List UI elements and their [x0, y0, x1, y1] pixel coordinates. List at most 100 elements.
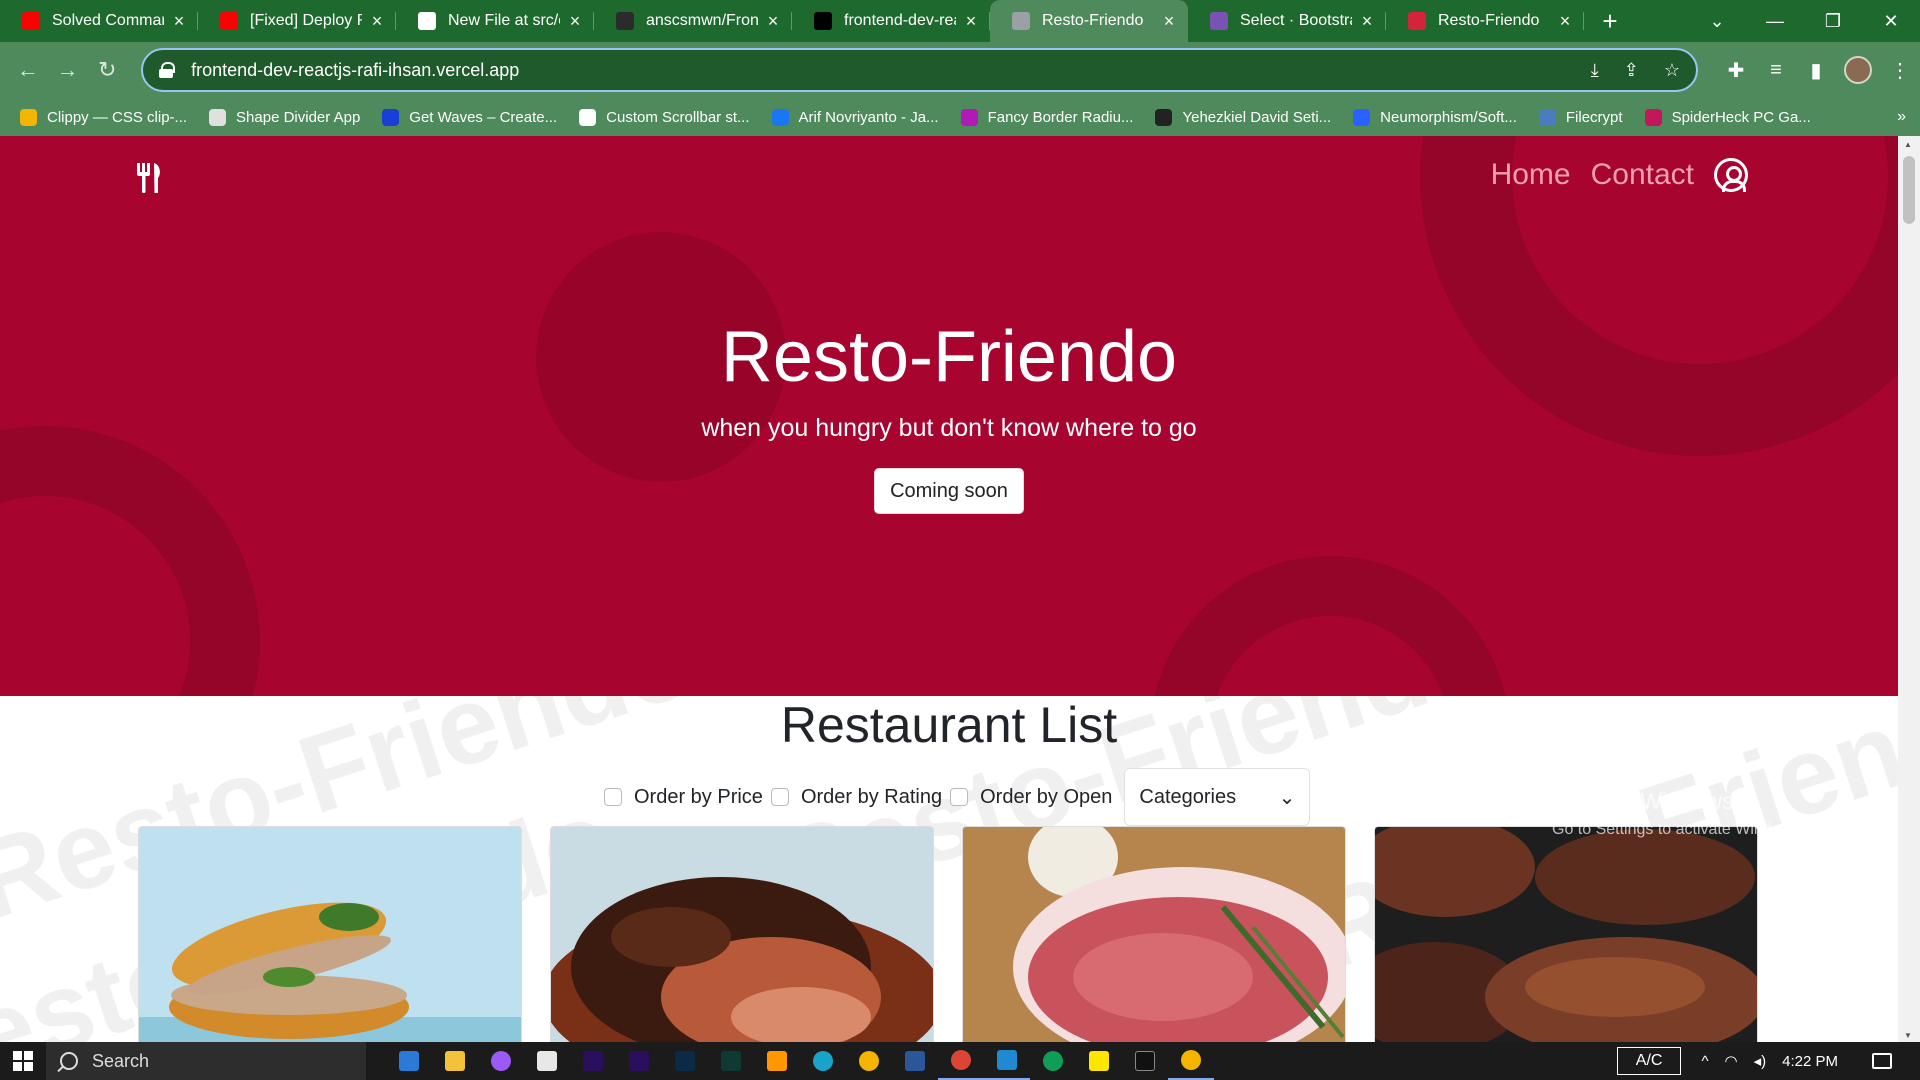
bookmark-item[interactable]: SpiderHeck PC Ga...: [1644, 108, 1811, 126]
browser-tab[interactable]: Solved Command ×: [0, 0, 198, 42]
mail-app-icon[interactable]: [386, 1042, 432, 1080]
profile-avatar[interactable]: [1843, 56, 1872, 84]
file-explorer-icon[interactable]: [432, 1042, 478, 1080]
close-tab-icon[interactable]: ×: [1160, 11, 1178, 32]
side-panel-icon[interactable]: ▮: [1796, 58, 1836, 83]
restaurant-card[interactable]: [138, 826, 522, 1042]
more-bookmarks-icon[interactable]: »: [1897, 108, 1906, 126]
close-tab-icon[interactable]: ×: [566, 11, 584, 32]
browser-tab[interactable]: anscsmwn/Fronte ×: [594, 0, 792, 42]
sublime-icon[interactable]: [754, 1042, 800, 1080]
bookmark-item[interactable]: Clippy — CSS clip-...: [20, 108, 188, 126]
sticky-notes-icon[interactable]: [1076, 1042, 1122, 1080]
filter-label: Order by Price: [634, 785, 763, 808]
browser-tab[interactable]: Select · Bootstrap ×: [1188, 0, 1386, 42]
after-effects-icon[interactable]: [616, 1042, 662, 1080]
bookmark-item[interactable]: Custom Scrollbar st...: [579, 108, 750, 126]
filter-rating-checkbox[interactable]: Order by Rating: [770, 786, 942, 809]
clock-time[interactable]: 4:22 PM: [1782, 1053, 1838, 1070]
coming-soon-button[interactable]: Coming soon: [874, 468, 1024, 514]
photoshop-icon[interactable]: [662, 1042, 708, 1080]
nav-contact-link[interactable]: Contact: [1591, 158, 1694, 192]
page-scrollbar[interactable]: ▲ ▼: [1898, 136, 1920, 1042]
media-queue-icon[interactable]: ≡: [1756, 59, 1796, 82]
chrome-window-icon[interactable]: [1168, 1042, 1214, 1080]
scroll-down-icon[interactable]: ▼: [1904, 1031, 1912, 1040]
edge-icon[interactable]: [800, 1042, 846, 1080]
filter-price-checkbox[interactable]: Order by Price: [604, 786, 763, 809]
bookmark-label: Clippy — CSS clip-...: [47, 108, 188, 126]
menu-kebab-icon[interactable]: ⋮: [1880, 58, 1920, 83]
ac-indicator[interactable]: A/C: [1616, 1047, 1682, 1075]
word-icon[interactable]: [892, 1042, 938, 1080]
user-account-icon[interactable]: [1714, 158, 1748, 192]
categories-select[interactable]: Categories ⌄: [1124, 768, 1311, 826]
address-bar[interactable]: frontend-dev-reactjs-rafi-ihsan.vercel.a…: [141, 48, 1698, 92]
chrome-profile-icon[interactable]: [1030, 1042, 1076, 1080]
close-tab-icon[interactable]: ×: [170, 11, 188, 32]
tab-title: Select · Bootstrap: [1240, 12, 1352, 29]
url-text[interactable]: frontend-dev-reactjs-rafi-ihsan.vercel.a…: [191, 60, 1571, 81]
tab-search-icon[interactable]: ⌄: [1688, 11, 1746, 32]
bookmark-item[interactable]: Neumorphism/Soft...: [1353, 108, 1517, 126]
restore-icon[interactable]: ❐: [1804, 11, 1862, 32]
share-icon[interactable]: ⇪: [1624, 60, 1639, 80]
bookmark-item[interactable]: Filecrypt: [1538, 108, 1623, 126]
bookmark-item[interactable]: Arif Novriyanto - Ja...: [771, 108, 939, 126]
notifications-icon[interactable]: [1872, 1053, 1892, 1069]
minimize-icon[interactable]: —: [1746, 11, 1804, 32]
volume-icon[interactable]: ◂): [1754, 1052, 1767, 1070]
checkbox[interactable]: [950, 788, 969, 806]
utensils-logo-icon[interactable]: [136, 163, 162, 201]
chrome-icon[interactable]: [846, 1042, 892, 1080]
bookmark-item[interactable]: Yehezkiel David Seti...: [1155, 108, 1331, 126]
figma-icon[interactable]: [478, 1042, 524, 1080]
tab-title: New File at src/co: [448, 12, 560, 29]
twitch-icon[interactable]: [524, 1042, 570, 1080]
restaurant-card[interactable]: [962, 826, 1346, 1042]
premiere-icon[interactable]: [570, 1042, 616, 1080]
bookmark-star-icon[interactable]: ☆: [1664, 60, 1680, 80]
close-window-icon[interactable]: ✕: [1862, 11, 1920, 32]
extensions-icon[interactable]: ✚: [1716, 58, 1756, 83]
taskbar-search[interactable]: Search: [46, 1042, 366, 1080]
browser-tab[interactable]: Resto-Friendo ×: [1386, 0, 1584, 42]
close-tab-icon[interactable]: ×: [1358, 11, 1376, 32]
terminal-icon[interactable]: [1122, 1042, 1168, 1080]
scroll-up-icon[interactable]: ▲: [1904, 140, 1912, 149]
bookmark-item[interactable]: Get Waves – Create...: [382, 108, 557, 126]
forward-icon[interactable]: →: [48, 57, 88, 83]
reload-icon[interactable]: ↻: [87, 57, 127, 83]
install-app-icon[interactable]: ⤓: [1591, 60, 1599, 80]
checkbox[interactable]: [770, 788, 789, 806]
back-icon[interactable]: ←: [8, 57, 48, 83]
browser-tab[interactable]: New File at src/co ×: [396, 0, 594, 42]
lock-icon[interactable]: [159, 62, 176, 78]
browser-tab[interactable]: [Fixed] Deploy Re ×: [198, 0, 396, 42]
audition-icon[interactable]: [708, 1042, 754, 1080]
tab-title: frontend-dev-rea: [844, 12, 956, 29]
close-tab-icon[interactable]: ×: [962, 11, 980, 32]
show-hidden-icons-icon[interactable]: ^: [1701, 1053, 1708, 1070]
filter-open-checkbox[interactable]: Order by Open: [950, 786, 1112, 809]
bookmark-label: Custom Scrollbar st...: [606, 108, 750, 126]
bookmark-item[interactable]: Fancy Border Radiu...: [960, 108, 1133, 126]
close-tab-icon[interactable]: ×: [368, 11, 386, 32]
close-tab-icon[interactable]: ×: [1556, 11, 1574, 32]
bookmark-item[interactable]: Shape Divider App: [209, 108, 360, 126]
restaurant-card[interactable]: [550, 826, 934, 1042]
windows-start-icon[interactable]: [0, 1051, 46, 1071]
checkbox[interactable]: [604, 788, 622, 806]
restaurant-card[interactable]: [1374, 826, 1758, 1042]
close-tab-icon[interactable]: ×: [764, 11, 782, 32]
new-tab-button[interactable]: +: [1590, 6, 1630, 37]
wifi-icon[interactable]: ◠: [1725, 1052, 1738, 1070]
hero-decor-ring: [0, 426, 260, 696]
nav-home-link[interactable]: Home: [1491, 158, 1571, 192]
chrome-running-icon[interactable]: [938, 1042, 984, 1080]
vscode-icon[interactable]: [984, 1042, 1030, 1080]
browser-tab[interactable]: frontend-dev-rea ×: [792, 0, 990, 42]
scrollbar-thumb[interactable]: [1903, 156, 1915, 224]
tab-title: anscsmwn/Fronte: [646, 12, 758, 29]
browser-tab[interactable]: Resto-Friendo ×: [990, 0, 1188, 42]
